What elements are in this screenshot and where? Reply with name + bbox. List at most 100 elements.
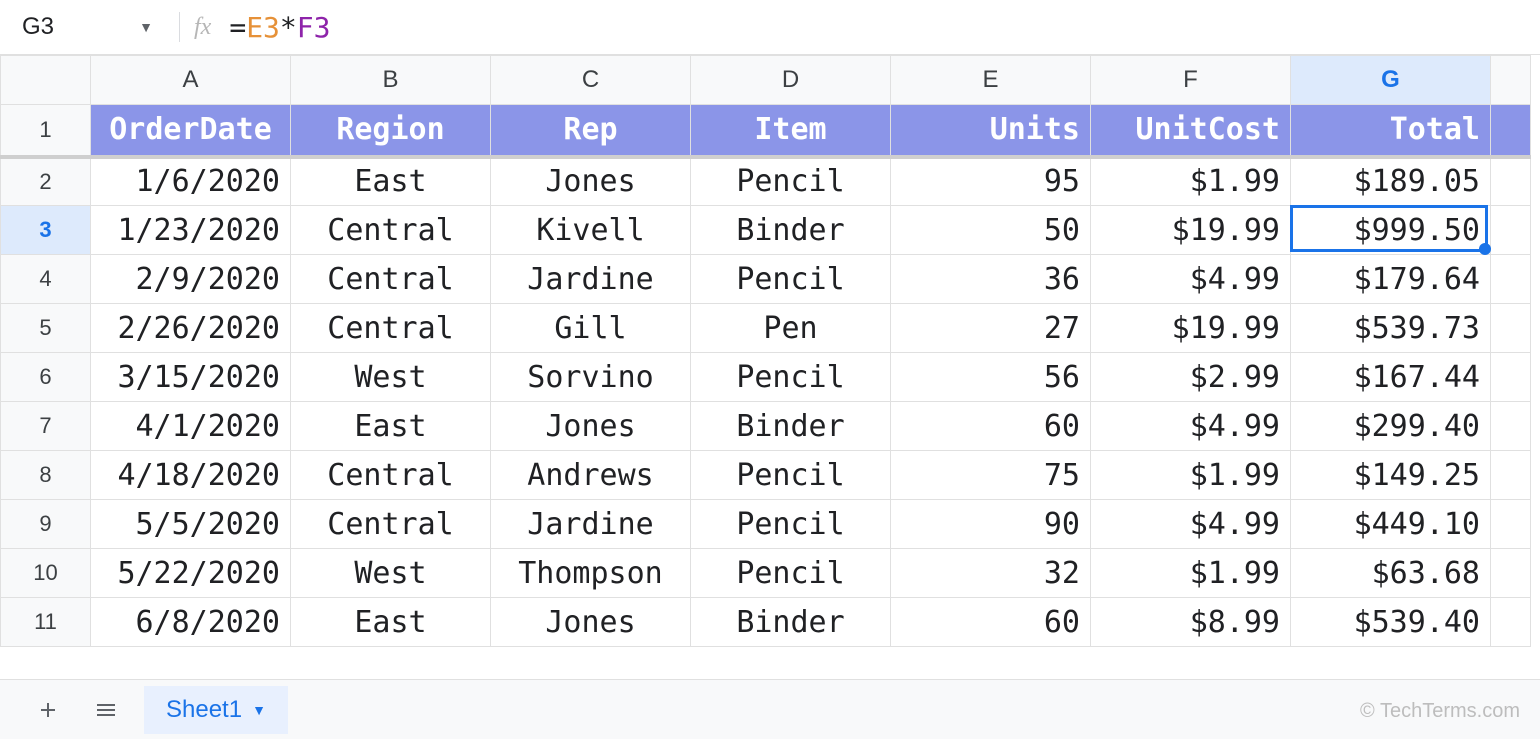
header-total[interactable]: Total <box>1291 105 1491 157</box>
cell[interactable]: $149.25 <box>1291 451 1491 500</box>
row-header-7[interactable]: 7 <box>1 402 91 451</box>
row-header-3[interactable]: 3 <box>1 206 91 255</box>
name-box[interactable]: G3 ▼ <box>10 13 165 41</box>
col-header-e[interactable]: E <box>891 56 1091 105</box>
cell[interactable]: 75 <box>891 451 1091 500</box>
cell[interactable]: Sorvino <box>491 353 691 402</box>
row-header-1[interactable]: 1 <box>1 105 91 157</box>
cell[interactable]: Binder <box>691 598 891 647</box>
cell[interactable]: 4/18/2020 <box>91 451 291 500</box>
cell[interactable]: Central <box>291 255 491 304</box>
row-header-4[interactable]: 4 <box>1 255 91 304</box>
add-sheet-button[interactable] <box>28 690 68 730</box>
cell-blank[interactable] <box>1491 598 1531 647</box>
select-all-corner[interactable] <box>1 56 91 105</box>
cell[interactable]: $299.40 <box>1291 402 1491 451</box>
header-orderdate[interactable]: OrderDate <box>91 105 291 157</box>
cell[interactable]: $1.99 <box>1091 451 1291 500</box>
cell[interactable]: 3/15/2020 <box>91 353 291 402</box>
cell[interactable]: 5/5/2020 <box>91 500 291 549</box>
col-header-g[interactable]: G <box>1291 56 1491 105</box>
formula-input[interactable]: =E3*F3 <box>229 11 330 44</box>
cell[interactable]: $4.99 <box>1091 255 1291 304</box>
cell[interactable]: $63.68 <box>1291 549 1491 598</box>
cell[interactable]: 56 <box>891 353 1091 402</box>
cell[interactable]: $167.44 <box>1291 353 1491 402</box>
cell-selected[interactable]: $999.50 <box>1291 206 1491 255</box>
cell[interactable]: 1/6/2020 <box>91 157 291 206</box>
cell[interactable]: $4.99 <box>1091 500 1291 549</box>
cell-blank[interactable] <box>1491 157 1531 206</box>
cell[interactable]: Jardine <box>491 500 691 549</box>
cell[interactable]: $539.40 <box>1291 598 1491 647</box>
cell[interactable]: 6/8/2020 <box>91 598 291 647</box>
cell[interactable]: Pencil <box>691 157 891 206</box>
header-region[interactable]: Region <box>291 105 491 157</box>
cell-blank[interactable] <box>1491 105 1531 157</box>
cell[interactable]: Pencil <box>691 451 891 500</box>
cell[interactable]: $1.99 <box>1091 549 1291 598</box>
cell[interactable]: 2/26/2020 <box>91 304 291 353</box>
header-item[interactable]: Item <box>691 105 891 157</box>
cell[interactable]: 60 <box>891 402 1091 451</box>
row-header-8[interactable]: 8 <box>1 451 91 500</box>
cell[interactable]: $1.99 <box>1091 157 1291 206</box>
cell-blank[interactable] <box>1491 549 1531 598</box>
cell[interactable]: Pencil <box>691 549 891 598</box>
chevron-down-icon[interactable]: ▼ <box>139 19 153 35</box>
cell[interactable]: $449.10 <box>1291 500 1491 549</box>
cell[interactable]: Pencil <box>691 255 891 304</box>
row-header-2[interactable]: 2 <box>1 157 91 206</box>
cell[interactable]: Binder <box>691 206 891 255</box>
cell[interactable]: Pencil <box>691 500 891 549</box>
col-header-b[interactable]: B <box>291 56 491 105</box>
cell[interactable]: Thompson <box>491 549 691 598</box>
row-header-9[interactable]: 9 <box>1 500 91 549</box>
cell[interactable]: 60 <box>891 598 1091 647</box>
chevron-down-icon[interactable]: ▼ <box>252 702 266 718</box>
cell[interactable]: $19.99 <box>1091 304 1291 353</box>
cell[interactable]: Pen <box>691 304 891 353</box>
sheet-tab-sheet1[interactable]: Sheet1 ▼ <box>144 686 288 734</box>
header-unitcost[interactable]: UnitCost <box>1091 105 1291 157</box>
cell[interactable]: Central <box>291 206 491 255</box>
cell[interactable]: $539.73 <box>1291 304 1491 353</box>
header-rep[interactable]: Rep <box>491 105 691 157</box>
cell-blank[interactable] <box>1491 500 1531 549</box>
cell-blank[interactable] <box>1491 353 1531 402</box>
all-sheets-button[interactable] <box>86 690 126 730</box>
cell[interactable]: $2.99 <box>1091 353 1291 402</box>
cell[interactable]: Central <box>291 500 491 549</box>
cell[interactable]: East <box>291 157 491 206</box>
cell[interactable]: Binder <box>691 402 891 451</box>
cell[interactable]: $189.05 <box>1291 157 1491 206</box>
col-header-d[interactable]: D <box>691 56 891 105</box>
cell-blank[interactable] <box>1491 206 1531 255</box>
cell[interactable]: 2/9/2020 <box>91 255 291 304</box>
cell[interactable]: Jones <box>491 598 691 647</box>
cell[interactable]: 50 <box>891 206 1091 255</box>
cell[interactable]: 32 <box>891 549 1091 598</box>
row-header-5[interactable]: 5 <box>1 304 91 353</box>
cell[interactable]: Jones <box>491 402 691 451</box>
cell[interactable]: Gill <box>491 304 691 353</box>
cell[interactable]: East <box>291 402 491 451</box>
cell[interactable]: 27 <box>891 304 1091 353</box>
cell[interactable]: Kivell <box>491 206 691 255</box>
cell[interactable]: 1/23/2020 <box>91 206 291 255</box>
header-units[interactable]: Units <box>891 105 1091 157</box>
cell-blank[interactable] <box>1491 255 1531 304</box>
cell-blank[interactable] <box>1491 402 1531 451</box>
cell[interactable]: 95 <box>891 157 1091 206</box>
row-header-10[interactable]: 10 <box>1 549 91 598</box>
cell[interactable]: $179.64 <box>1291 255 1491 304</box>
cell[interactable]: $8.99 <box>1091 598 1291 647</box>
cell[interactable]: West <box>291 549 491 598</box>
col-header-f[interactable]: F <box>1091 56 1291 105</box>
col-header-blank[interactable] <box>1491 56 1531 105</box>
cell[interactable]: Jones <box>491 157 691 206</box>
cell[interactable]: 5/22/2020 <box>91 549 291 598</box>
cell-blank[interactable] <box>1491 304 1531 353</box>
col-header-a[interactable]: A <box>91 56 291 105</box>
cell[interactable]: Central <box>291 304 491 353</box>
